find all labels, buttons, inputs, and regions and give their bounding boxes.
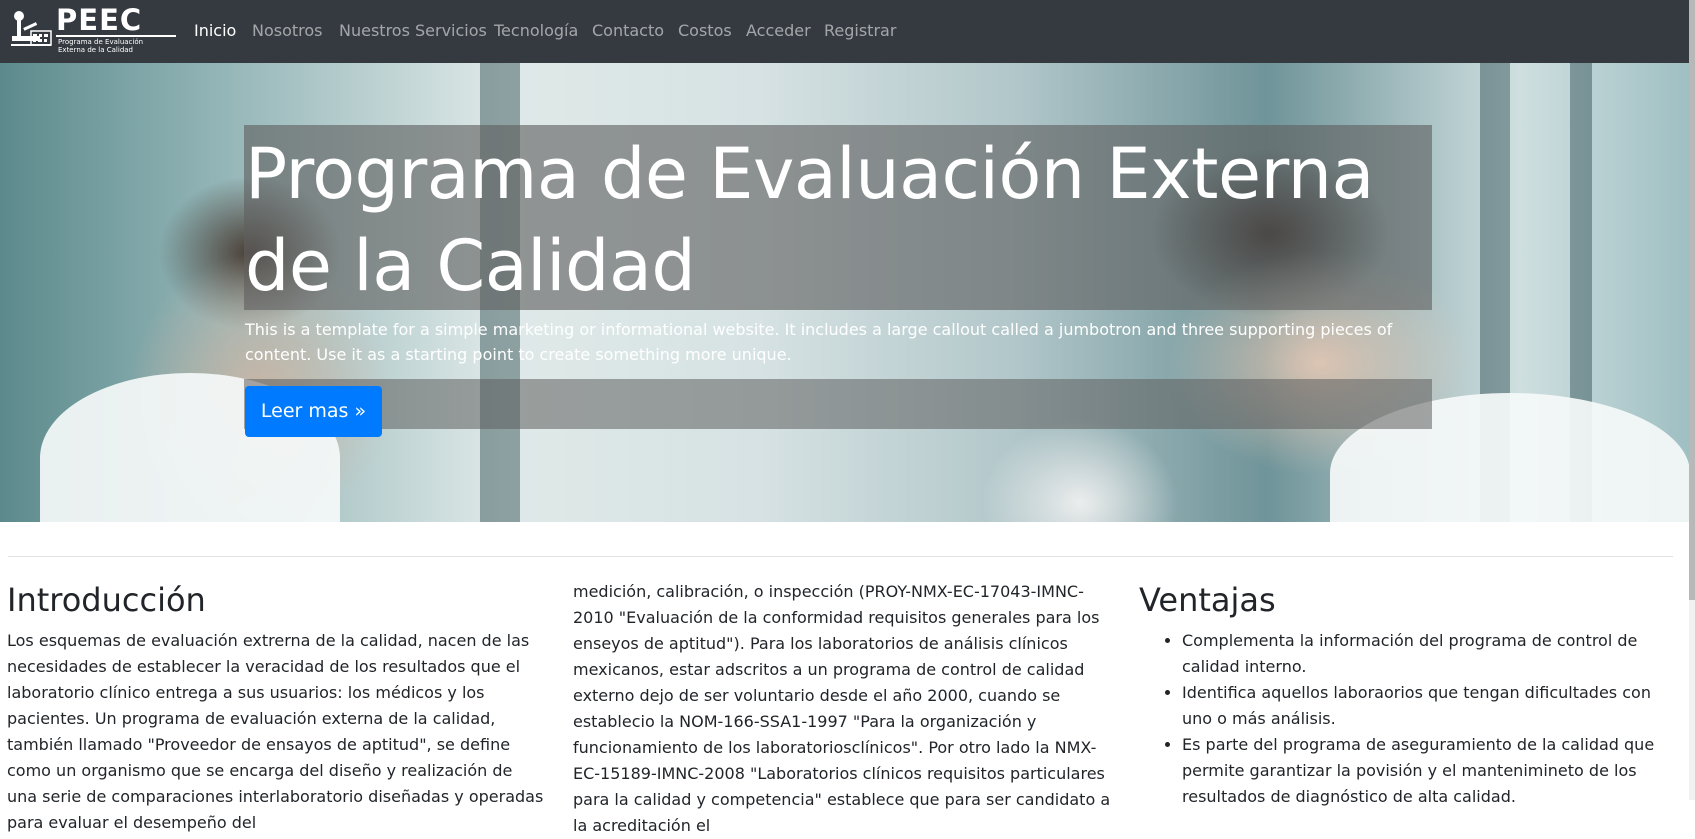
nav-item-nuestros-servicios[interactable]: Nuestros Servicios: [339, 19, 487, 43]
navbar: PEEC Programa de Evaluación Externa de l…: [0, 0, 1689, 63]
brand-logo[interactable]: PEEC Programa de Evaluación Externa de l…: [9, 3, 176, 54]
leer-mas-button[interactable]: Leer mas »: [245, 386, 382, 437]
jumbotron-title: Programa de Evaluación Externa de la Cal…: [245, 133, 1374, 307]
intro-heading: Introducción: [7, 581, 206, 619]
brand-name: PEEC: [56, 3, 143, 37]
microscope-logo-icon: [9, 7, 54, 49]
intro-column: Introducción Los esquemas de evaluación …: [7, 572, 547, 836]
nav-item-contacto[interactable]: Contacto: [592, 19, 664, 43]
middle-text: medición, calibración, o inspección (PRO…: [573, 582, 1111, 835]
nav-item-registrar[interactable]: Registrar: [824, 19, 896, 43]
ventajas-list-item: Es parte del programa de aseguramiento d…: [1182, 732, 1679, 810]
section-divider: [8, 556, 1673, 557]
brand-divider: [56, 35, 176, 37]
ventajas-list-item: Complementa la información del programa …: [1182, 628, 1679, 680]
ventajas-list-item: Identifica aquellos laboraorios que teng…: [1182, 680, 1679, 732]
nav-item-nosotros[interactable]: Nosotros: [252, 19, 323, 43]
vertical-scrollbar[interactable]: [1689, 0, 1695, 800]
nav-item-costos[interactable]: Costos: [678, 19, 732, 43]
middle-column: medición, calibración, o inspección (PRO…: [573, 579, 1113, 839]
nav-item-acceder[interactable]: Acceder: [746, 19, 811, 43]
ventajas-column: Ventajas Complementa la información del …: [1139, 572, 1679, 810]
intro-text: Los esquemas de evaluación extrerna de l…: [7, 631, 544, 832]
ventajas-heading: Ventajas: [1139, 581, 1276, 619]
lead-backdrop: [244, 379, 1432, 429]
ventajas-list: Complementa la información del programa …: [1139, 628, 1679, 810]
nav-item-tecnologia[interactable]: Tecnología: [494, 19, 578, 43]
brand-subtitle: Programa de Evaluación Externa de la Cal…: [58, 38, 144, 54]
nav-item-inicio[interactable]: Inicio: [194, 19, 236, 43]
jumbotron-lead: This is a template for a simple marketin…: [245, 320, 1393, 364]
scrollbar-thumb[interactable]: [1689, 0, 1695, 600]
